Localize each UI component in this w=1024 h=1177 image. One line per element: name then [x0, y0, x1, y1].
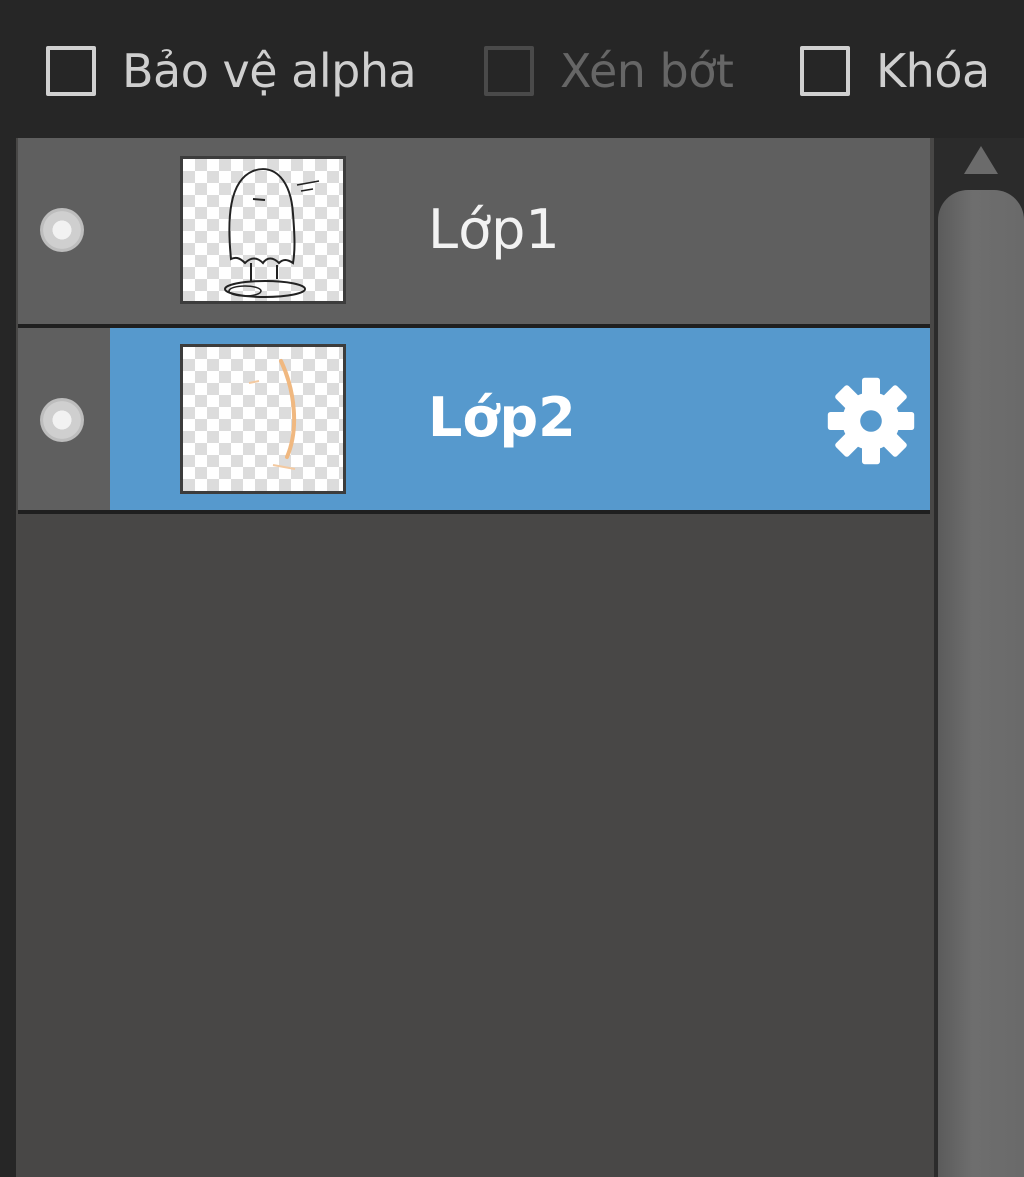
visibility-toggle-icon[interactable] — [40, 398, 84, 442]
gear-icon[interactable] — [826, 376, 916, 466]
scrollbar-thumb[interactable] — [938, 190, 1024, 1177]
layer-name: Lớp1 — [428, 198, 560, 261]
lock-label: Khóa — [876, 44, 990, 98]
layer-panel: Bảo vệ alpha Xén bớt Khóa Lớp1 Lớp2 — [0, 0, 1024, 1177]
vertical-scrollbar[interactable] — [934, 138, 1024, 1177]
clipping-option: Xén bớt — [484, 42, 734, 100]
visibility-toggle-icon[interactable] — [40, 208, 84, 252]
layer-options-toolbar: Bảo vệ alpha Xén bớt Khóa — [0, 0, 1024, 138]
layer-row-selected[interactable]: Lớp2 — [18, 328, 930, 514]
scroll-up-arrow-icon[interactable] — [962, 142, 1000, 178]
lock-option[interactable]: Khóa — [800, 42, 990, 100]
clipping-label: Xén bớt — [560, 44, 734, 98]
protect-alpha-option[interactable]: Bảo vệ alpha — [46, 42, 417, 100]
layer-name: Lớp2 — [428, 386, 576, 449]
layer-row[interactable]: Lớp1 — [18, 138, 930, 328]
clipping-checkbox — [484, 46, 534, 96]
orange-stroke-icon — [248, 359, 297, 470]
protect-alpha-checkbox[interactable] — [46, 46, 96, 96]
lock-checkbox[interactable] — [800, 46, 850, 96]
layer-list: Lớp1 Lớp2 — [16, 138, 934, 1177]
layer-thumbnail — [180, 344, 346, 494]
layer-thumbnail — [180, 156, 346, 304]
protect-alpha-label: Bảo vệ alpha — [122, 44, 417, 98]
ghost-sketch-icon — [224, 168, 320, 298]
